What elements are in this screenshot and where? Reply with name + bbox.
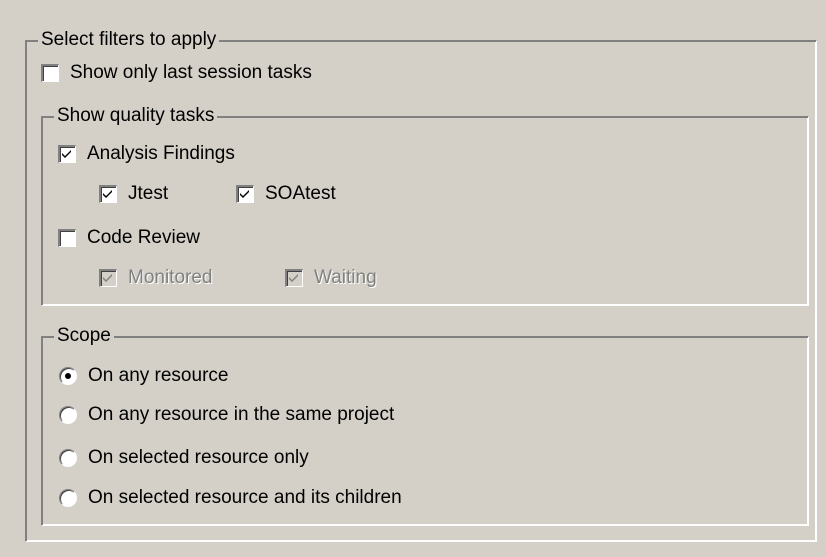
waiting-label: Waiting: [314, 267, 377, 288]
checkmark-icon: [289, 274, 298, 282]
scope-any-resource-radio[interactable]: On any resource: [59, 365, 228, 387]
checkbox-box[interactable]: [58, 145, 76, 163]
radio-button[interactable]: [59, 406, 77, 424]
scope-option-label: On any resource in the same project: [88, 404, 395, 425]
checkbox-box[interactable]: [236, 185, 254, 203]
radio-button[interactable]: [59, 449, 77, 467]
code-review-label: Code Review: [87, 227, 200, 248]
checkbox-box[interactable]: [99, 185, 117, 203]
radio-button[interactable]: [59, 489, 77, 507]
checkbox-box: [285, 269, 303, 287]
checkmark-icon: [62, 150, 71, 158]
scope-group-title: Scope: [54, 324, 114, 348]
jtest-label: Jtest: [128, 183, 169, 204]
soatest-checkbox[interactable]: SOAtest: [236, 183, 336, 205]
jtest-checkbox[interactable]: Jtest: [99, 183, 168, 205]
scope-same-project-radio[interactable]: On any resource in the same project: [59, 404, 394, 426]
analysis-findings-checkbox[interactable]: Analysis Findings: [58, 143, 235, 165]
analysis-findings-label: Analysis Findings: [87, 143, 235, 164]
scope-option-label: On selected resource only: [88, 447, 309, 468]
scope-selected-children-radio[interactable]: On selected resource and its children: [59, 487, 402, 509]
scope-option-label: On selected resource and its children: [88, 487, 402, 508]
soatest-label: SOAtest: [265, 183, 336, 204]
checkmark-icon: [240, 190, 249, 198]
checkmark-icon: [103, 274, 112, 282]
scope-option-label: On any resource: [88, 365, 229, 386]
code-review-checkbox[interactable]: Code Review: [58, 227, 200, 249]
last-session-checkbox[interactable]: Show only last session tasks: [41, 62, 312, 84]
checkbox-box: [99, 269, 117, 287]
checkmark-icon: [103, 190, 112, 198]
radio-button[interactable]: [59, 367, 77, 385]
checkbox-box[interactable]: [41, 64, 59, 82]
monitored-checkbox: Monitored: [99, 267, 213, 289]
last-session-label: Show only last session tasks: [70, 62, 312, 83]
radio-selected-dot: [65, 373, 71, 379]
quality-group-title: Show quality tasks: [54, 104, 218, 128]
checkbox-box[interactable]: [58, 229, 76, 247]
scope-selected-only-radio[interactable]: On selected resource only: [59, 447, 309, 469]
monitored-label: Monitored: [128, 267, 213, 288]
filters-group-title: Select filters to apply: [38, 28, 220, 52]
waiting-checkbox: Waiting: [285, 267, 377, 289]
